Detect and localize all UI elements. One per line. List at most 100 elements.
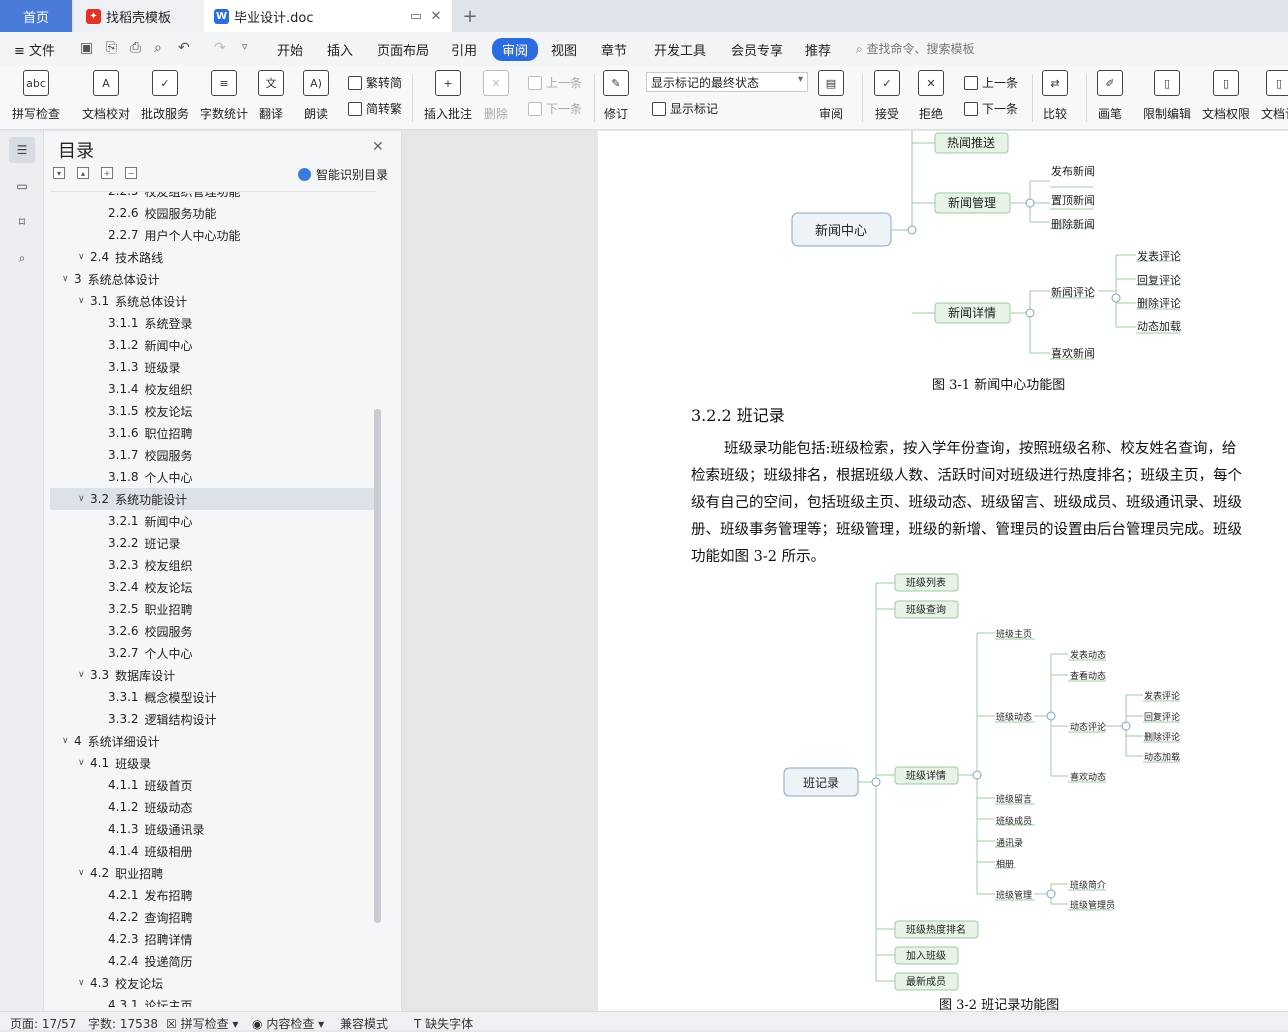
tab-home[interactable]: 首页 (0, 0, 72, 32)
prev-change-button[interactable]: 上一条 (964, 74, 1018, 91)
toc-item[interactable]: 3.1.7 校园服务 (50, 444, 374, 466)
bookmark-icon[interactable]: ⌑ (9, 209, 35, 235)
new-tab-icon[interactable]: + (462, 6, 478, 27)
chevron-down-icon[interactable]: ∨ (78, 296, 90, 306)
toc-item[interactable]: 2.2.7 用户个人中心功能 (50, 224, 374, 246)
menu-review[interactable]: 审阅 (492, 38, 539, 61)
chevron-down-icon[interactable]: ∨ (62, 736, 74, 746)
toc-item[interactable]: 3.3.1 概念模型设计 (50, 686, 374, 708)
chevron-down-icon[interactable]: ∨ (78, 494, 90, 504)
toc-item[interactable]: 4.3.1 论坛主页 (50, 994, 374, 1007)
batch-correct-button[interactable]: ✓ 批改服务 (141, 70, 189, 122)
file-menu[interactable]: ≡ 文件 (14, 40, 55, 59)
toc-item[interactable]: 2.2.6 校园服务功能 (50, 202, 374, 224)
toc-item[interactable]: 3.2.2 班记录 (50, 532, 374, 554)
chevron-down-icon[interactable]: ∨ (78, 252, 90, 262)
tab-document[interactable]: W 毕业设计.doc ▭ ✕ (204, 0, 452, 32)
prev-comment-button[interactable]: 上一条 (528, 74, 582, 91)
toc-item[interactable]: ∨ 4.2 职业招聘 (50, 862, 374, 884)
toc-item[interactable]: 3.1.6 职位招聘 (50, 422, 374, 444)
quick-access-dropdown-icon[interactable]: ▿ (242, 40, 248, 53)
toc-item[interactable]: 3.1.2 新闻中心 (50, 334, 374, 356)
redo-icon[interactable]: ↷ (214, 40, 226, 56)
toc-item[interactable]: 4.1.2 班级动态 (50, 796, 374, 818)
word-count-button[interactable]: ≡ 字数统计 (200, 70, 248, 122)
markup-state-select[interactable]: 显示标记的最终状态 (646, 72, 808, 92)
collapse-all-icon[interactable]: ▾ (53, 167, 65, 179)
find-icon[interactable]: ⌕ (9, 245, 35, 271)
page-indicator[interactable]: 页面: 17/57 (10, 1015, 76, 1032)
restrict-edit-button[interactable]: ▯ 限制编辑 (1143, 70, 1191, 122)
doc-cert-button[interactable]: ▯ 文档认 (1261, 70, 1288, 122)
toc-item[interactable]: 4.2.2 查询招聘 (50, 906, 374, 928)
menu-view[interactable]: 视图 (551, 40, 577, 59)
toc-item[interactable]: 3.3.2 逻辑结构设计 (50, 708, 374, 730)
compare-button[interactable]: ⇄ 比较 (1042, 70, 1068, 122)
toc-scrollbar[interactable] (374, 409, 381, 923)
accept-button[interactable]: ✓ 接受 (874, 70, 900, 122)
window-restore-icon[interactable]: ▭ (408, 8, 424, 24)
menu-recommend[interactable]: 推荐 (805, 40, 831, 59)
chevron-down-icon[interactable]: ∨ (78, 758, 90, 768)
toc-item[interactable]: 3.1.1 系统登录 (50, 312, 374, 334)
collapse-minus-icon[interactable]: − (125, 167, 137, 179)
toc-item[interactable]: ∨ 3.1 系统总体设计 (50, 290, 374, 312)
review-pane-button[interactable]: ▤ 审阅 (818, 70, 844, 122)
show-markup-button[interactable]: 显示标记 (652, 100, 718, 117)
trad-to-simp-button[interactable]: 繁转简 (348, 74, 402, 91)
proofread-button[interactable]: A 文档校对 (82, 70, 130, 122)
chevron-down-icon[interactable]: ∨ (78, 978, 90, 988)
toc-icon[interactable]: ☰ (9, 137, 35, 163)
next-change-button[interactable]: 下一条 (964, 100, 1018, 117)
toc-item[interactable]: ∨ 3.2 系统功能设计 (50, 488, 374, 510)
toc-item[interactable]: 3.2.3 校友组织 (50, 554, 374, 576)
next-comment-button[interactable]: 下一条 (528, 100, 582, 117)
missing-font-status[interactable]: T 缺失字体 (414, 1015, 473, 1032)
expand-plus-icon[interactable]: + (101, 167, 113, 179)
export-pdf-icon[interactable]: ⎘ (106, 40, 117, 56)
close-tab-icon[interactable]: ✕ (428, 8, 444, 24)
toc-item[interactable]: 3.1.8 个人中心 (50, 466, 374, 488)
simp-to-trad-button[interactable]: 简转繁 (348, 100, 402, 117)
toc-item[interactable]: 4.2.4 投递简历 (50, 950, 374, 972)
menu-devtools[interactable]: 开发工具 (654, 40, 706, 59)
toc-item[interactable]: ∨ 4.3 校友论坛 (50, 972, 374, 994)
toc-item[interactable]: 3.1.4 校友组织 (50, 378, 374, 400)
toc-item[interactable]: ∨ 4.1 班级录 (50, 752, 374, 774)
toc-item[interactable]: 3.2.4 校友论坛 (50, 576, 374, 598)
save-icon[interactable]: ▣ (80, 40, 93, 56)
revise-button[interactable]: ✎ 修订 (603, 70, 629, 122)
toc-item[interactable]: 2.2.5 校友组织管理功能 (50, 192, 374, 202)
undo-icon[interactable]: ↶ (178, 40, 190, 56)
menu-insert[interactable]: 插入 (327, 40, 353, 59)
menu-chapter[interactable]: 章节 (601, 40, 627, 59)
chevron-down-icon[interactable]: ∨ (78, 868, 90, 878)
command-search[interactable]: ⌕ 查找命令、搜索模板 (856, 40, 975, 57)
word-count[interactable]: 字数: 17538 (88, 1015, 158, 1032)
toc-item[interactable]: 4.1.3 班级通讯录 (50, 818, 374, 840)
print-icon[interactable]: ⎙ (130, 40, 141, 56)
spell-check-button[interactable]: abc 拼写检查 (12, 70, 60, 122)
chevron-down-icon[interactable]: ∨ (78, 670, 90, 680)
close-icon[interactable]: ✕ (372, 139, 384, 155)
spell-check-status[interactable]: ☒ 拼写检查 ▾ (166, 1015, 238, 1032)
menu-reference[interactable]: 引用 (451, 40, 477, 59)
toc-item[interactable]: 3.1.3 班级录 (50, 356, 374, 378)
toc-item[interactable]: 3.1.5 校友论坛 (50, 400, 374, 422)
smart-toc-button[interactable]: 智能识别目录 (298, 166, 388, 183)
toc-item[interactable]: 3.2.7 个人中心 (50, 642, 374, 664)
toc-item[interactable]: 3.2.1 新闻中心 (50, 510, 374, 532)
toc-item[interactable]: ∨ 3 系统总体设计 (50, 268, 374, 290)
toc-item[interactable]: ∨ 3.3 数据库设计 (50, 664, 374, 686)
toc-item[interactable]: ∨ 4 系统详细设计 (50, 730, 374, 752)
toc-item[interactable]: 4.2.3 招聘详情 (50, 928, 374, 950)
chapter-nav-icon[interactable]: ▭ (9, 173, 35, 199)
toc-item[interactable]: ∨ 2.4 技术路线 (50, 246, 374, 268)
toc-item[interactable]: 3.2.5 职业招聘 (50, 598, 374, 620)
toc-item[interactable]: 4.1.4 班级相册 (50, 840, 374, 862)
menu-member[interactable]: 会员专享 (731, 40, 783, 59)
insert-comment-button[interactable]: + 插入批注 (424, 70, 472, 122)
toc-item[interactable]: 4.2.1 发布招聘 (50, 884, 374, 906)
content-check-status[interactable]: ◉ 内容检查 ▾ (252, 1015, 324, 1032)
pen-button[interactable]: ✐ 画笔 (1097, 70, 1123, 122)
